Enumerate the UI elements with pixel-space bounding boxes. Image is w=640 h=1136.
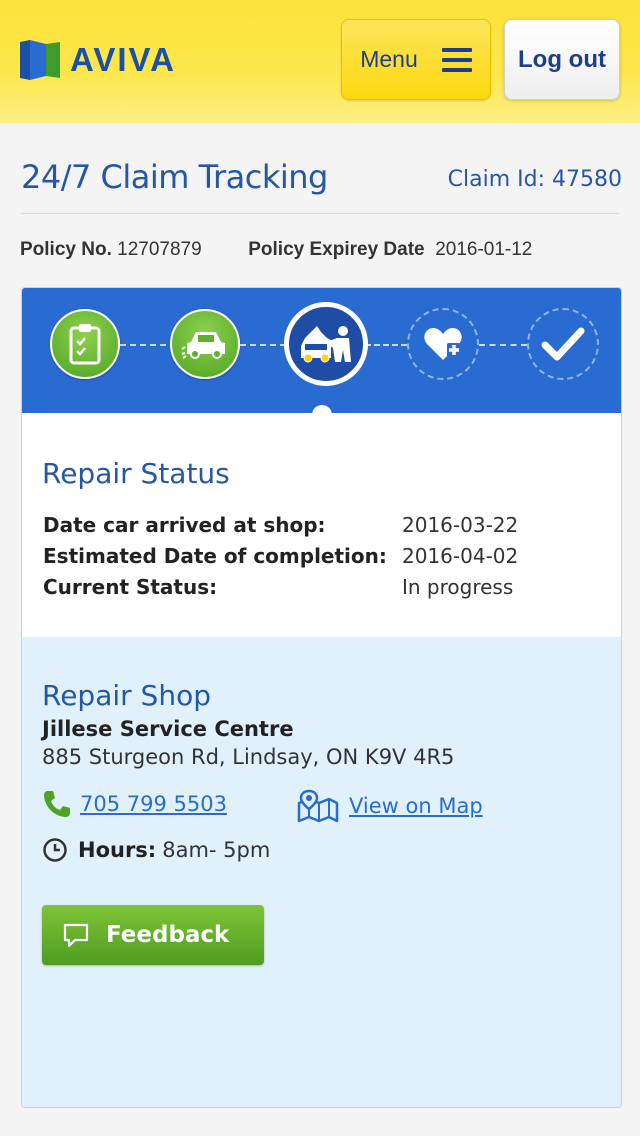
aviva-logo-icon — [20, 40, 60, 80]
chat-bubble-icon — [63, 923, 89, 948]
status-label: Date car arrived at shop: — [43, 513, 326, 537]
clock-icon — [43, 838, 67, 862]
claim-progress-bar — [22, 288, 621, 413]
logout-button[interactable]: Log out — [504, 19, 620, 100]
policy-number-label: Policy No. — [20, 239, 112, 260]
status-label: Estimated Date of completion: — [43, 544, 387, 568]
policy-expiry-label: Policy Expirey Date — [248, 239, 425, 260]
car-accident-icon — [181, 332, 225, 359]
top-header: AVIVA Menu Log out — [0, 0, 640, 123]
status-row-arrived: Date car arrived at shop: 2016-03-22 — [43, 513, 603, 544]
repair-status-title: Repair Status — [42, 457, 230, 490]
step-vehicle-assessed[interactable] — [170, 309, 240, 379]
step-repair[interactable] — [284, 302, 368, 386]
phone-link-row: 705 799 5503 — [42, 789, 227, 819]
policy-info: Policy No. 12707879 Policy Expirey Date … — [20, 239, 532, 261]
status-value: 2016-03-22 — [402, 513, 519, 537]
claim-card: Repair Status Date car arrived at shop: … — [21, 287, 622, 1108]
feedback-label: Feedback — [106, 922, 230, 948]
feedback-button[interactable]: Feedback — [42, 905, 264, 965]
menu-label: Menu — [360, 46, 418, 72]
policy-expiry: 2016-01-12 — [435, 239, 533, 260]
status-label: Current Status: — [43, 575, 218, 599]
aviva-logo[interactable]: AVIVA — [20, 40, 176, 80]
progress-connector — [365, 344, 407, 346]
hamburger-icon — [441, 47, 472, 72]
status-row-current: Current Status: In progress — [43, 575, 603, 606]
repair-shop-section: Repair Shop Jillese Service Centre 885 S… — [22, 637, 621, 1107]
hours-label: Hours: — [78, 838, 157, 862]
repair-status-details: Date car arrived at shop: 2016-03-22 Est… — [43, 513, 603, 606]
map-pin-icon — [297, 789, 339, 823]
checkmark-icon — [541, 327, 585, 361]
clipboard-check-icon — [69, 324, 101, 365]
step-claim-filed[interactable] — [50, 309, 120, 379]
progress-connector — [479, 344, 527, 346]
shop-hours: Hours: 8am- 5pm — [42, 837, 270, 863]
shop-address: 885 Sturgeon Rd, Lindsay, ON K9V 4R5 — [42, 745, 455, 769]
phone-icon — [44, 791, 70, 817]
claim-id-label: Claim Id: — [447, 167, 545, 192]
view-on-map-link[interactable]: View on Map — [349, 794, 483, 818]
brand-name: AVIVA — [70, 41, 176, 78]
progress-connector — [240, 344, 286, 346]
step-medical[interactable] — [407, 308, 479, 380]
status-value: In progress — [402, 575, 514, 599]
page-title: 24/7 Claim Tracking — [21, 158, 328, 196]
status-row-completion: Estimated Date of completion: 2016-04-02 — [43, 544, 603, 575]
status-value: 2016-04-02 — [402, 544, 519, 568]
map-link-row: View on Map — [297, 789, 483, 823]
claim-id-value: 47580 — [552, 167, 622, 192]
hours-value: 8am- 5pm — [162, 838, 271, 862]
policy-number: 12707879 — [117, 239, 202, 260]
title-divider — [21, 213, 619, 214]
repair-shop-title: Repair Shop — [42, 679, 211, 712]
step-complete[interactable] — [527, 308, 599, 380]
claim-id: Claim Id: 47580 — [448, 167, 622, 192]
car-repair-icon — [301, 326, 351, 363]
menu-button[interactable]: Menu — [341, 19, 491, 100]
heart-plus-icon — [424, 328, 462, 360]
phone-link[interactable]: 705 799 5503 — [80, 792, 227, 816]
shop-name: Jillese Service Centre — [42, 717, 294, 741]
